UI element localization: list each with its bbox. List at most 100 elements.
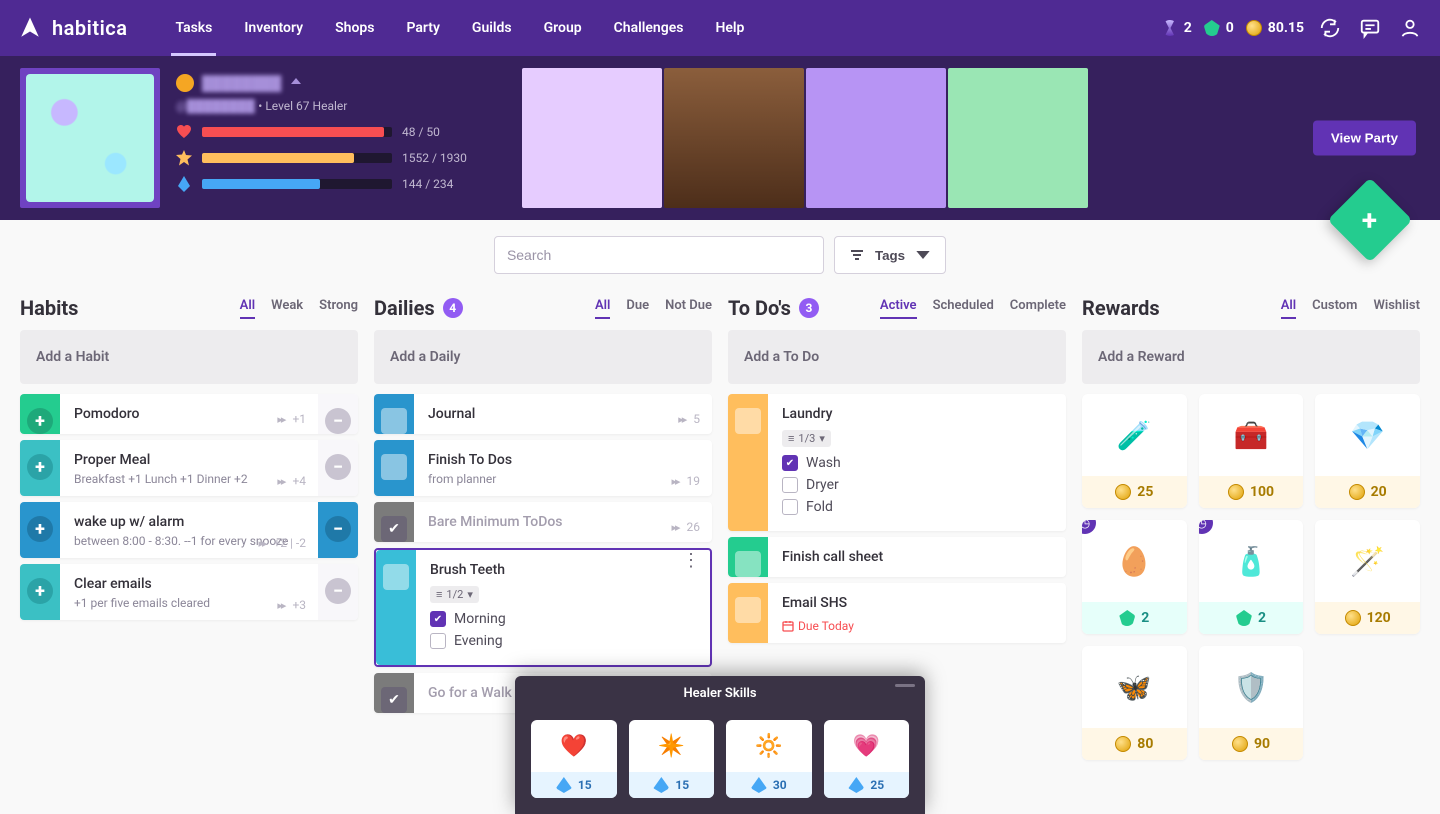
mana-icon <box>848 777 864 793</box>
checklist-toggle[interactable]: ≡ 1/2 ▾ <box>430 586 479 603</box>
habit-proper-meal[interactable]: + Proper Meal Breakfast +1 Lunch +1 Dinn… <box>20 440 358 496</box>
habit-plus-button[interactable]: + <box>27 578 53 604</box>
habit-minus-button[interactable]: − <box>325 578 351 604</box>
party-member-1[interactable] <box>522 68 662 208</box>
add-habit-input[interactable]: Add a Habit <box>20 330 358 384</box>
reward-item[interactable]: 🧰 100 <box>1199 394 1304 508</box>
tags-filter-button[interactable]: Tags <box>834 236 946 274</box>
checklist-item[interactable]: Evening <box>430 633 696 649</box>
party-member-2[interactable] <box>664 68 804 208</box>
add-reward-input[interactable]: Add a Reward <box>1082 330 1420 384</box>
checkbox-icon[interactable] <box>782 455 798 471</box>
habit-minus-button[interactable]: − <box>325 516 351 542</box>
player-avatar[interactable] <box>20 68 160 208</box>
gold-icon <box>1232 736 1248 752</box>
nav-inventory[interactable]: Inventory <box>228 0 319 56</box>
search-input[interactable] <box>494 236 824 274</box>
nav-guilds[interactable]: Guilds <box>456 0 528 56</box>
habits-filter-strong[interactable]: Strong <box>319 298 358 319</box>
party-member-3[interactable] <box>806 68 946 208</box>
rewards-filter-custom[interactable]: Custom <box>1312 298 1357 319</box>
reward-item[interactable]: ◷ 🧴 2 <box>1199 520 1304 634</box>
skill-protect[interactable]: 🔆 30 <box>726 720 812 798</box>
habit-plus-button[interactable]: + <box>27 454 53 480</box>
habit-plus-button[interactable]: + <box>27 516 53 542</box>
daily-finish-todos[interactable]: Finish To Dos from planner 19 <box>374 440 712 496</box>
checklist-item[interactable]: Morning <box>430 611 696 627</box>
reward-item[interactable]: ◷ 🥚 2 <box>1082 520 1187 634</box>
reward-item[interactable]: 🪄 120 <box>1315 520 1420 634</box>
add-todo-input[interactable]: Add a To Do <box>728 330 1066 384</box>
dailies-filter-notdue[interactable]: Not Due <box>665 298 712 319</box>
habits-filter-all[interactable]: All <box>240 298 255 319</box>
checklist-item[interactable]: Dryer <box>782 477 1052 493</box>
daily-brush-teeth[interactable]: ⋮ Brush Teeth ≡ 1/2 ▾ Morning Evening <box>374 548 712 667</box>
habit-wake-up[interactable]: + wake up w/ alarm between 8:00 - 8:30. … <box>20 502 358 558</box>
checkbox-icon[interactable] <box>430 633 446 649</box>
dailies-filter-due[interactable]: Due <box>626 298 649 319</box>
party-member-4[interactable] <box>948 68 1088 208</box>
daily-checkbox[interactable] <box>381 516 407 542</box>
todos-filter-complete[interactable]: Complete <box>1010 298 1066 319</box>
mana-icon <box>176 176 192 192</box>
habits-filter-weak[interactable]: Weak <box>271 298 303 319</box>
nav-shops[interactable]: Shops <box>319 0 390 56</box>
add-daily-input[interactable]: Add a Daily <box>374 330 712 384</box>
dailies-filter-all[interactable]: All <box>595 298 610 319</box>
sync-button[interactable] <box>1316 14 1344 42</box>
gold-icon <box>1345 610 1361 626</box>
streak-icon <box>277 598 288 612</box>
profile-button[interactable] <box>1396 14 1424 42</box>
checkbox-icon[interactable] <box>782 477 798 493</box>
logo[interactable]: habitica <box>16 14 127 42</box>
checkbox-icon[interactable] <box>430 611 446 627</box>
view-party-button[interactable]: View Party <box>1313 121 1416 156</box>
checklist-item[interactable]: Fold <box>782 499 1052 515</box>
todo-email-shs[interactable]: Email SHS Due Today <box>728 583 1066 643</box>
task-menu-button[interactable]: ⋮ <box>682 558 700 564</box>
todo-call-sheet[interactable]: Finish call sheet <box>728 537 1066 577</box>
hp-row: 48 / 50 <box>176 124 506 140</box>
wings-icon: 🦋 <box>1082 646 1187 728</box>
streak-icon <box>678 412 689 426</box>
todos-filter-scheduled[interactable]: Scheduled <box>933 298 994 319</box>
daily-bare-minimum[interactable]: Bare Minimum ToDos 26 <box>374 502 712 542</box>
todo-checkbox[interactable] <box>735 408 761 434</box>
hourglass-value: 2 <box>1184 20 1192 36</box>
rewards-filter-wishlist[interactable]: Wishlist <box>1373 298 1420 319</box>
skill-bless[interactable]: 💗 25 <box>824 720 910 798</box>
habit-minus-button[interactable]: − <box>325 454 351 480</box>
habit-plus-button[interactable]: + <box>27 408 53 434</box>
checklist-toggle[interactable]: ≡ 1/3 ▾ <box>782 430 831 447</box>
reward-item[interactable]: 🦋 80 <box>1082 646 1187 760</box>
dailies-title: Dailies <box>374 296 435 320</box>
skill-burst[interactable]: ✴️ 15 <box>629 720 715 798</box>
todo-checkbox[interactable] <box>735 597 761 623</box>
habit-minus-button[interactable]: − <box>325 408 351 434</box>
reward-item[interactable]: 🛡️ 90 <box>1199 646 1304 760</box>
checklist-item[interactable]: Wash <box>782 455 1052 471</box>
habit-pomodoro[interactable]: + Pomodoro +1 − <box>20 394 358 434</box>
checkbox-icon[interactable] <box>782 499 798 515</box>
skill-heal[interactable]: ❤️ 15 <box>531 720 617 798</box>
nav-help[interactable]: Help <box>699 0 760 56</box>
party-header: ████████ @████████ • Level 67 Healer 48 … <box>0 56 1440 220</box>
nav-challenges[interactable]: Challenges <box>598 0 700 56</box>
daily-checkbox[interactable] <box>383 564 409 590</box>
daily-journal[interactable]: Journal 5 <box>374 394 712 434</box>
daily-checkbox[interactable] <box>381 687 407 713</box>
nav-group[interactable]: Group <box>528 0 598 56</box>
nav-party[interactable]: Party <box>390 0 455 56</box>
notifications-button[interactable] <box>1356 14 1384 42</box>
minimize-button[interactable] <box>895 684 915 687</box>
todo-checkbox[interactable] <box>735 551 761 577</box>
habit-clear-emails[interactable]: + Clear emails +1 per five emails cleare… <box>20 564 358 620</box>
reward-item[interactable]: 🧪 25 <box>1082 394 1187 508</box>
daily-checkbox[interactable] <box>381 408 407 434</box>
nav-tasks[interactable]: Tasks <box>159 0 228 56</box>
todo-laundry[interactable]: Laundry ≡ 1/3 ▾ Wash Dryer <box>728 394 1066 531</box>
reward-item[interactable]: 💎 20 <box>1315 394 1420 508</box>
todos-filter-active[interactable]: Active <box>880 298 917 319</box>
daily-checkbox[interactable] <box>381 454 407 480</box>
rewards-filter-all[interactable]: All <box>1281 298 1296 319</box>
